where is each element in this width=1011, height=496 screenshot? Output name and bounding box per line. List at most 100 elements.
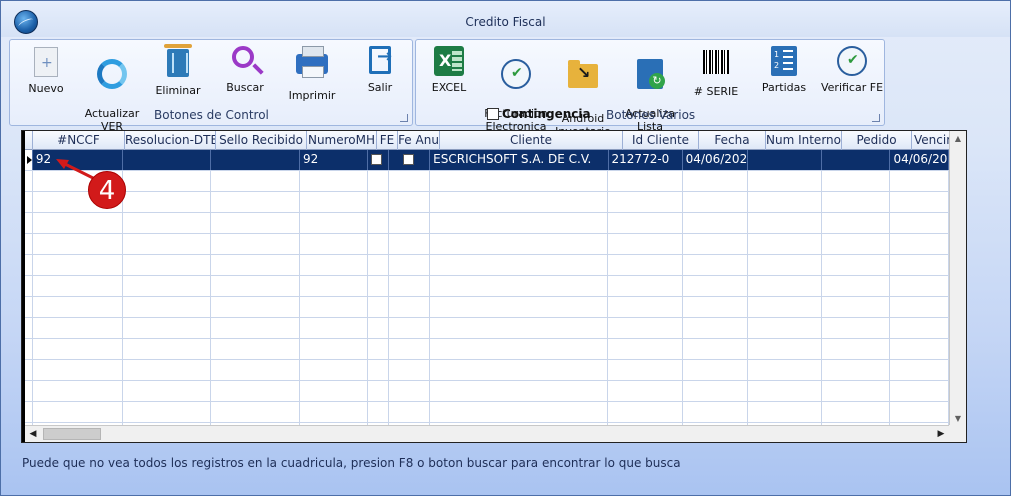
grid-cell[interactable] xyxy=(608,255,683,275)
grid-cell[interactable] xyxy=(300,339,369,359)
grid-cell[interactable] xyxy=(608,171,683,191)
grid-cell[interactable] xyxy=(683,192,748,212)
cell-sello[interactable] xyxy=(211,150,301,170)
grid-cell[interactable] xyxy=(211,234,301,254)
grid-cell[interactable] xyxy=(890,339,950,359)
grid-cell[interactable] xyxy=(368,192,389,212)
grid-cell[interactable] xyxy=(389,381,431,401)
grid-cell[interactable] xyxy=(430,297,609,317)
grid-cell[interactable] xyxy=(890,297,950,317)
grid-cell[interactable] xyxy=(608,318,683,338)
grid-cell[interactable] xyxy=(33,381,123,401)
grid-cell[interactable] xyxy=(300,360,369,380)
vertical-scrollbar[interactable]: ▲ ▼ xyxy=(949,131,966,427)
grid-cell[interactable] xyxy=(822,234,891,254)
grid-cell[interactable] xyxy=(123,402,212,422)
grid-cell[interactable] xyxy=(822,213,891,233)
grid-cell[interactable] xyxy=(123,171,212,191)
grid-cell[interactable] xyxy=(123,192,212,212)
cell-pedido[interactable] xyxy=(822,150,891,170)
grid-cell[interactable] xyxy=(211,213,301,233)
control-group-launcher-icon[interactable] xyxy=(400,114,408,122)
grid-cell[interactable] xyxy=(748,192,823,212)
grid-cell[interactable] xyxy=(123,276,212,296)
grid-cell[interactable] xyxy=(33,255,123,275)
horizontal-scroll-thumb[interactable] xyxy=(43,428,101,440)
grid-cell[interactable] xyxy=(683,171,748,191)
grid-cell[interactable] xyxy=(608,402,683,422)
grid-cell[interactable] xyxy=(748,255,823,275)
table-row[interactable] xyxy=(25,255,950,276)
grid-cell[interactable] xyxy=(683,318,748,338)
grid-cell[interactable] xyxy=(748,402,823,422)
grid-cell[interactable] xyxy=(822,297,891,317)
grid-cell[interactable] xyxy=(300,297,369,317)
column-header-cliente[interactable]: Cliente xyxy=(440,131,623,150)
grid-cell[interactable] xyxy=(822,171,891,191)
column-header-sello[interactable]: Sello Recibido xyxy=(216,131,307,150)
grid-cell[interactable] xyxy=(123,213,212,233)
cell-fe[interactable] xyxy=(368,150,389,170)
column-header-numeromh[interactable]: NumeroMH xyxy=(307,131,377,150)
grid-cell[interactable] xyxy=(683,360,748,380)
grid-cell[interactable] xyxy=(300,318,369,338)
grid-cell[interactable] xyxy=(123,234,212,254)
column-header-feanu[interactable]: Fe Anu xyxy=(398,131,440,150)
partidas-button[interactable]: Partidas xyxy=(748,46,820,94)
excel-button[interactable]: X EXCEL xyxy=(413,46,485,94)
grid-cell[interactable] xyxy=(608,381,683,401)
android-inventario-button[interactable]: Android Inventario xyxy=(547,46,619,138)
grid-cell[interactable] xyxy=(683,255,748,275)
grid-cell[interactable] xyxy=(211,192,301,212)
fe-checkbox[interactable] xyxy=(371,154,383,165)
grid-cell[interactable] xyxy=(368,171,389,191)
table-row[interactable]: 92 92 ESCRICHSOFT S.A. DE C.V. 212772-0 … xyxy=(25,150,949,171)
feanu-checkbox[interactable] xyxy=(402,154,414,165)
grid-cell[interactable] xyxy=(389,339,431,359)
grid-cell[interactable] xyxy=(748,276,823,296)
grid-cell[interactable] xyxy=(683,402,748,422)
serie-button[interactable]: # SERIE xyxy=(680,46,752,98)
grid-cell[interactable] xyxy=(890,213,950,233)
grid-cell[interactable] xyxy=(748,213,823,233)
grid-cell[interactable] xyxy=(608,339,683,359)
cell-ncc[interactable]: 92 xyxy=(33,150,123,170)
varios-group-launcher-icon[interactable] xyxy=(872,114,880,122)
grid-cell[interactable] xyxy=(890,381,950,401)
grid-cell[interactable] xyxy=(211,297,301,317)
grid-cell[interactable] xyxy=(33,318,123,338)
grid-cell[interactable] xyxy=(683,234,748,254)
cell-numeromh[interactable]: 92 xyxy=(300,150,369,170)
cell-fecha[interactable]: 04/06/2025 xyxy=(683,150,749,170)
table-row[interactable] xyxy=(25,318,950,339)
contingencia-checkbox[interactable] xyxy=(487,108,499,120)
grid-cell[interactable] xyxy=(33,213,123,233)
grid-cell[interactable] xyxy=(300,234,369,254)
table-row[interactable] xyxy=(25,297,950,318)
grid-cell[interactable] xyxy=(389,276,431,296)
grid-cell[interactable] xyxy=(211,171,301,191)
column-header-fecha[interactable]: Fecha xyxy=(699,131,766,150)
grid-cell[interactable] xyxy=(748,297,823,317)
grid-cell[interactable] xyxy=(748,381,823,401)
table-row[interactable] xyxy=(25,192,950,213)
grid-cell[interactable] xyxy=(608,192,683,212)
scroll-up-arrow-icon[interactable]: ▲ xyxy=(950,131,966,147)
grid-cell[interactable] xyxy=(123,360,212,380)
salir-button[interactable]: Salir xyxy=(344,46,416,94)
grid-cell[interactable] xyxy=(300,276,369,296)
eliminar-button[interactable]: Eliminar xyxy=(142,44,214,97)
grid-cell[interactable] xyxy=(890,171,950,191)
cell-resolucion[interactable] xyxy=(123,150,212,170)
grid-cell[interactable] xyxy=(368,255,389,275)
grid-cell[interactable] xyxy=(300,192,369,212)
imprimir-button[interactable]: Imprimir xyxy=(276,46,348,102)
grid-cell[interactable] xyxy=(300,402,369,422)
grid-cell[interactable] xyxy=(822,339,891,359)
cell-vencimiento[interactable]: 04/06/2025 xyxy=(890,150,949,170)
grid-cell[interactable] xyxy=(430,234,609,254)
grid-cell[interactable] xyxy=(368,402,389,422)
grid-cell[interactable] xyxy=(389,171,431,191)
grid-cell[interactable] xyxy=(748,360,823,380)
grid-cell[interactable] xyxy=(33,297,123,317)
